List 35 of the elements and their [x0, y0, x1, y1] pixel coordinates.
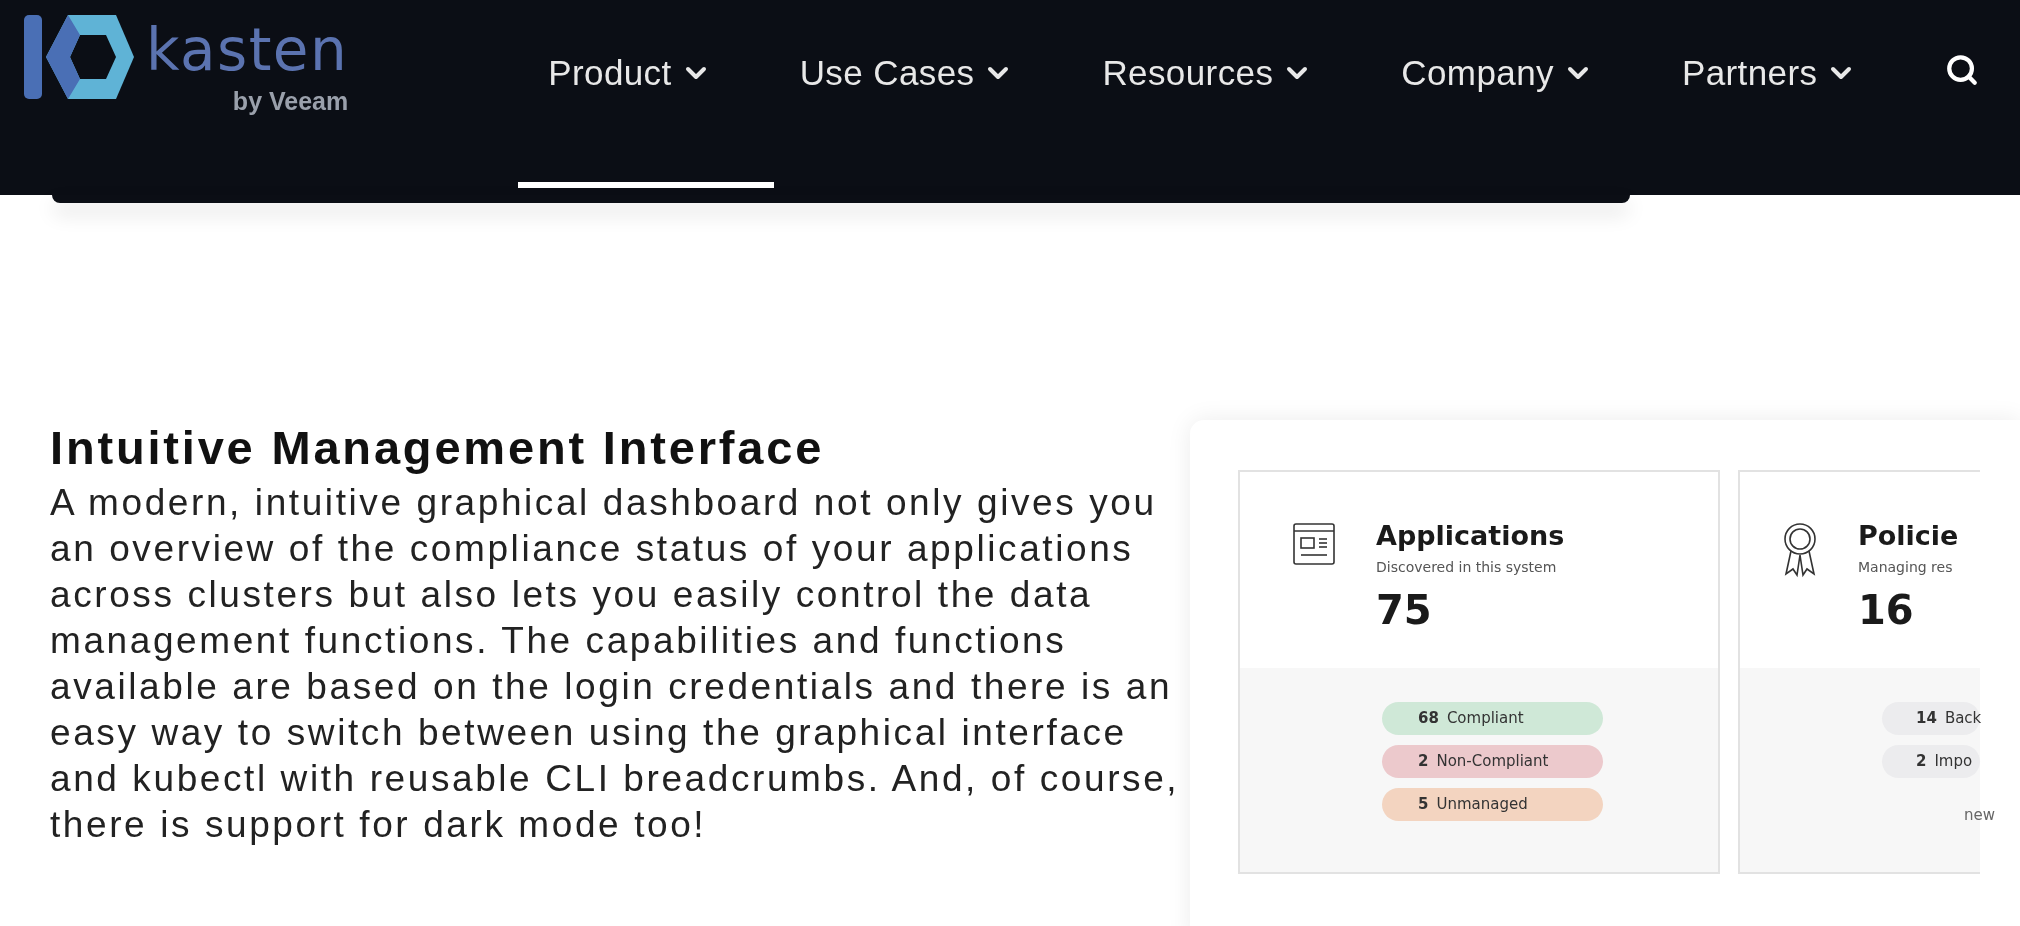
pill-count: 14	[1916, 708, 1937, 730]
nav-menu-item[interactable]: Partners	[1681, 47, 1858, 100]
pill-count: 68	[1418, 708, 1439, 730]
pill-count: 2	[1916, 751, 1927, 773]
card-title: Applications	[1376, 522, 1565, 549]
pill-count: 5	[1418, 794, 1429, 816]
card-subtitle: Discovered in this system	[1376, 558, 1558, 577]
search-icon[interactable]	[1945, 53, 1980, 87]
hexagon-logo-icon	[24, 15, 134, 101]
pill-label: Non-Compliant	[1436, 751, 1549, 773]
section-heading: Intuitive Management Interface	[50, 420, 826, 476]
pill-label: Unmanaged	[1436, 794, 1528, 816]
status-pill[interactable]: 2 Non-Compliant	[1382, 745, 1603, 778]
logo-wordmark[interactable]: kasten	[146, 21, 349, 79]
card-count: 75	[1376, 590, 1433, 630]
nav-menu-item[interactable]: Company	[1401, 47, 1594, 100]
status-pill[interactable]: 68 Compliant	[1382, 702, 1603, 735]
pill-label: Impo	[1934, 751, 1973, 773]
award-ribbon-icon	[1782, 522, 1818, 578]
pill-label: Compliant	[1446, 708, 1524, 730]
nav-menu-item[interactable]: Use Cases	[799, 47, 1015, 100]
logo-tagline: by Veeam	[232, 86, 349, 117]
nav-menu-item[interactable]: Product	[548, 47, 712, 100]
card-subtitle: Managing res	[1858, 558, 1954, 577]
card-title: Policie	[1858, 522, 1959, 549]
new-link[interactable]: new	[1964, 804, 1995, 827]
pill-label: Back	[1944, 708, 1982, 730]
pill-count: 2	[1418, 751, 1429, 773]
status-pill[interactable]: 2 Impo	[1882, 745, 1980, 778]
status-pill[interactable]: 5 Unmanaged	[1382, 788, 1603, 821]
status-pill[interactable]: 14 Back	[1882, 702, 1980, 735]
browser-window-icon	[1292, 522, 1336, 566]
card-count: 16	[1858, 590, 1915, 630]
nav-menu-item[interactable]: Resources	[1102, 47, 1314, 100]
section-paragraph: A modern, intuitive graphical dashboard not only gives you an overview of the compliance status of your applications across clusters but also lets you easily control the data management functions. The capabilities and functions available are based on the login credentials and there is an easy way to switch between using the graphical interface and kubectl with reusable CLI breadcrumbs. And, of course, there is support for dark mode too!	[50, 480, 1180, 847]
